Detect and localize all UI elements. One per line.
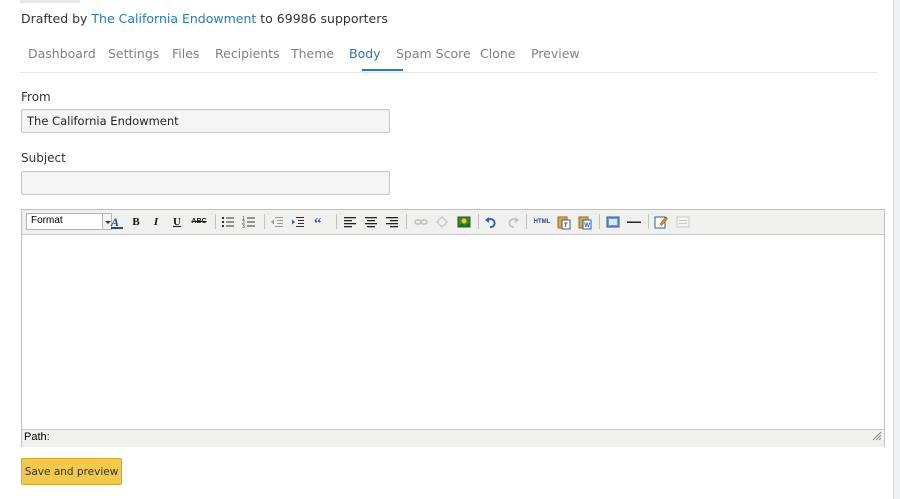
underline-icon[interactable]: U — [171, 214, 183, 230]
top-decoration — [20, 0, 80, 3]
toolbar-divider — [215, 214, 216, 229]
bold-icon[interactable]: B — [130, 214, 142, 230]
unlink-icon[interactable] — [435, 214, 449, 230]
svg-text:T: T — [564, 223, 568, 229]
toolbar-divider — [406, 214, 407, 229]
tab-preview[interactable]: Preview — [531, 46, 580, 61]
svg-text:W: W — [584, 223, 590, 229]
tab-clone[interactable]: Clone — [480, 46, 515, 61]
font-color-icon[interactable]: A — [110, 214, 124, 230]
media-icon[interactable] — [606, 214, 620, 230]
page-edge — [893, 0, 900, 499]
bullet-list-icon[interactable] — [221, 214, 235, 230]
svg-text:3: 3 — [242, 224, 245, 230]
redo-icon[interactable] — [506, 214, 520, 230]
indent-icon[interactable] — [291, 214, 305, 230]
outdent-icon[interactable] — [270, 214, 284, 230]
drafted-prefix: Drafted by — [21, 11, 88, 26]
toolbar-divider — [336, 214, 337, 229]
cleanup-icon[interactable] — [676, 214, 690, 230]
editor-toolbar: Format A B I U ABC 123 “ HTML T W — [22, 210, 884, 235]
format-dropdown[interactable]: Format — [26, 213, 103, 230]
drafted-by-line: Drafted by The California Endowment to 6… — [21, 11, 388, 26]
image-icon[interactable] — [457, 214, 471, 230]
html-source-icon[interactable]: HTML — [532, 214, 552, 230]
tab-settings[interactable]: Settings — [108, 46, 159, 61]
subject-field[interactable] — [21, 171, 390, 195]
tab-body[interactable]: Body — [349, 46, 381, 61]
toolbar-divider — [648, 214, 649, 229]
editor-content-area[interactable] — [22, 235, 884, 428]
path-label: Path: — [24, 431, 50, 443]
align-left-icon[interactable] — [343, 214, 357, 230]
blockquote-icon[interactable]: “ — [313, 214, 327, 230]
editor-statusbar: Path: — [22, 429, 884, 447]
tab-bar: Dashboard Settings Files Recipients Them… — [20, 40, 877, 73]
tab-recipients[interactable]: Recipients — [215, 46, 280, 61]
strikethrough-icon[interactable]: ABC — [190, 214, 208, 230]
paste-word-icon[interactable]: W — [578, 214, 592, 230]
tab-files[interactable]: Files — [172, 46, 199, 61]
org-link[interactable]: The California Endowment — [91, 11, 256, 26]
resize-handle-icon[interactable] — [872, 426, 882, 445]
save-and-preview-button[interactable]: Save and preview — [21, 458, 122, 485]
align-center-icon[interactable] — [364, 214, 378, 230]
active-tab-indicator — [362, 69, 403, 71]
rich-text-editor: Format A B I U ABC 123 “ HTML T W Path: — [21, 209, 885, 447]
svg-text:“: “ — [314, 216, 322, 230]
numbered-list-icon[interactable]: 123 — [242, 214, 256, 230]
main-panel: Drafted by The California Endowment to 6… — [0, 0, 893, 499]
tab-dashboard[interactable]: Dashboard — [28, 46, 96, 61]
italic-icon[interactable]: I — [150, 214, 162, 230]
tab-spam-score[interactable]: Spam Score — [396, 46, 471, 61]
tab-theme[interactable]: Theme — [291, 46, 334, 61]
from-label: From — [21, 90, 51, 104]
toolbar-divider — [599, 214, 600, 229]
link-icon[interactable] — [414, 214, 428, 230]
align-right-icon[interactable] — [385, 214, 399, 230]
undo-icon[interactable] — [484, 214, 498, 230]
toolbar-divider — [526, 214, 527, 229]
edit-icon[interactable] — [654, 214, 668, 230]
paste-text-icon[interactable]: T — [557, 214, 571, 230]
from-field[interactable] — [21, 109, 390, 133]
horizontal-rule-icon[interactable] — [627, 214, 641, 230]
subject-label: Subject — [21, 151, 66, 165]
toolbar-divider — [478, 214, 479, 229]
drafted-suffix: to 69986 supporters — [260, 11, 388, 26]
toolbar-divider — [264, 214, 265, 229]
svg-text:A: A — [110, 215, 119, 229]
